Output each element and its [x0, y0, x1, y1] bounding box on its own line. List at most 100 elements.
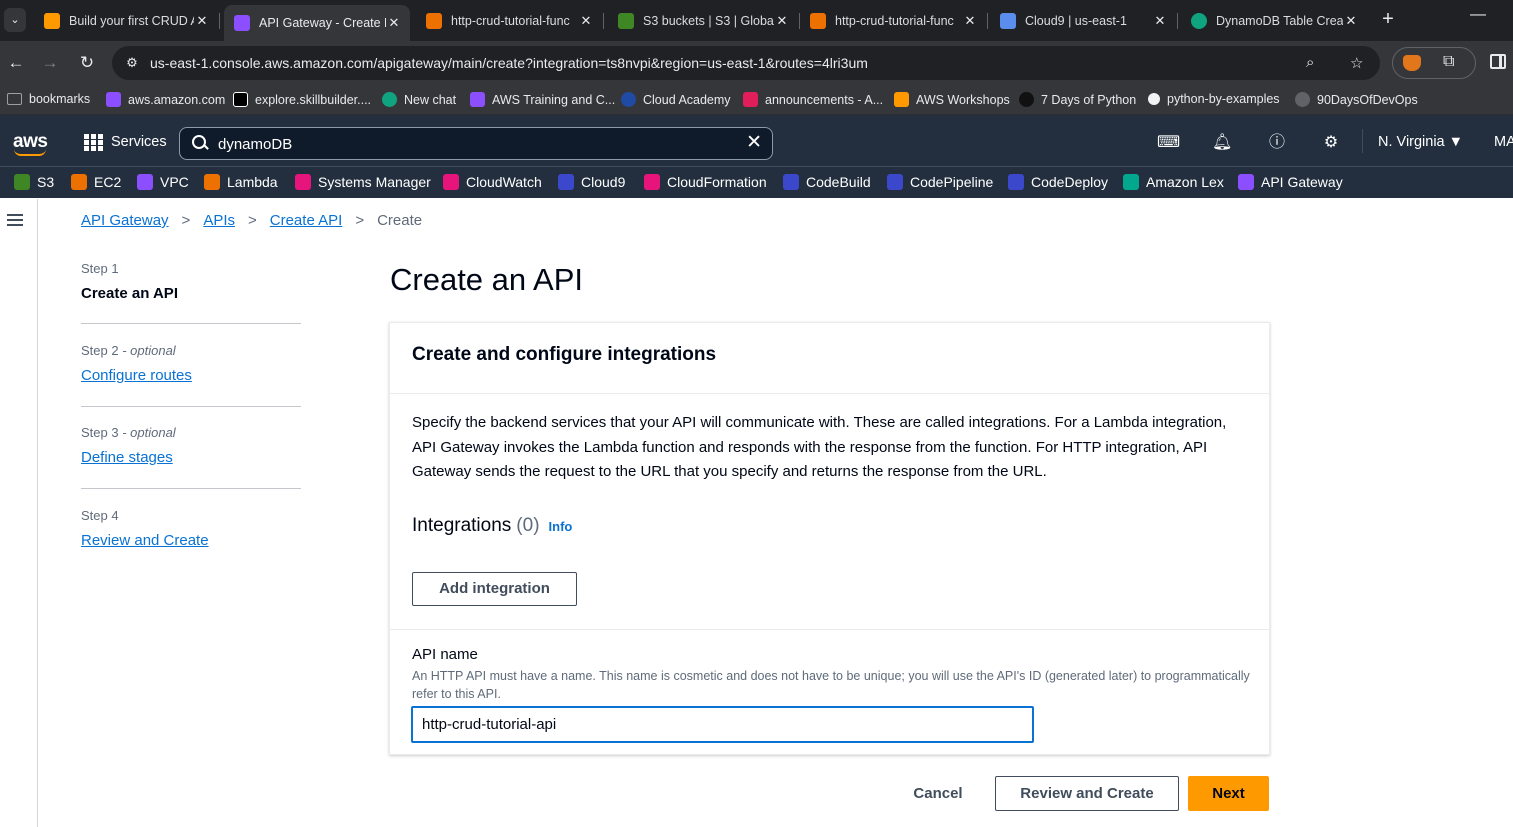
chevron-right-icon: > [248, 212, 257, 229]
browser-tab[interactable]: http-crud-tutorial-func ✕ [416, 6, 602, 35]
favorite-label: CodePipeline [910, 174, 994, 190]
browser-tab[interactable]: http-crud-tutorial-func ✕ [800, 6, 986, 35]
favorite-vpc[interactable]: VPC [137, 174, 189, 190]
region-selector[interactable]: N. Virginia ▼ [1378, 134, 1463, 150]
cancel-button[interactable]: Cancel [900, 777, 976, 811]
settings-gear-icon[interactable]: ⚙ [1321, 133, 1341, 153]
menu-hamburger-icon[interactable] [7, 214, 23, 227]
browser-tab[interactable]: S3 buckets | S3 | Globa ✕ [608, 6, 798, 35]
browser-tab[interactable]: Build your first CRUD A ✕ [34, 6, 218, 35]
integrations-description: Specify the backend services that your A… [412, 414, 1227, 480]
search-input[interactable] [218, 134, 718, 154]
api-name-input[interactable] [411, 706, 1034, 743]
cloudshell-icon[interactable]: ⌨ [1157, 133, 1180, 153]
breadcrumb-apis[interactable]: APIs [203, 212, 235, 229]
tab-search-icon[interactable]: ⌄ [4, 8, 26, 32]
favorite-codedeploy[interactable]: CodeDeploy [1008, 174, 1108, 190]
tab-close-icon[interactable]: ✕ [194, 13, 210, 29]
browser-tab-strip: ⌄ Build your first CRUD A ✕ API Gateway … [0, 0, 1513, 41]
forward-icon[interactable]: → [38, 51, 62, 75]
clear-search-icon[interactable]: ✕ [746, 131, 762, 154]
tab-close-icon[interactable]: ✕ [578, 13, 594, 29]
favorite-cloud9[interactable]: Cloud9 [558, 174, 625, 190]
tab-favicon-icon [1000, 12, 1016, 29]
breadcrumb-api-gateway[interactable]: API Gateway [81, 212, 169, 229]
bookmark-item[interactable]: announcements - A... [743, 92, 883, 107]
bookmark-label: bookmarks [29, 92, 91, 106]
back-icon[interactable]: ← [4, 51, 28, 75]
bookmark-item[interactable]: New chat [382, 92, 456, 107]
panel-title: Create and configure integrations [412, 344, 717, 365]
breadcrumb-create-api[interactable]: Create API [270, 212, 343, 229]
breadcrumb: API Gateway > APIs > Create API > Create [81, 212, 422, 229]
favorite-amazon-lex[interactable]: Amazon Lex [1123, 174, 1224, 190]
step-divider [81, 406, 301, 407]
favorite-label: API Gateway [1261, 174, 1343, 190]
bookmark-label: 90DaysOfDevOps [1317, 92, 1418, 107]
favorite-api-gateway[interactable]: API Gateway [1238, 174, 1343, 190]
api-name-description: An HTTP API must have a name. This name … [412, 669, 1250, 701]
console-search[interactable]: ✕ [179, 127, 773, 160]
info-link[interactable]: Info [549, 519, 573, 534]
browser-tab-active[interactable]: API Gateway - Create H ✕ [224, 5, 410, 41]
favorite-label: CodeDeploy [1031, 174, 1109, 190]
bookmark-star-icon[interactable]: ☆ [1350, 54, 1363, 72]
address-bar[interactable]: ⚙ us-east-1.console.aws.amazon.com/apiga… [112, 46, 1380, 80]
bookmark-item[interactable]: aws.amazon.com [106, 92, 225, 107]
tab-close-icon[interactable]: ✕ [1343, 13, 1359, 29]
bookmark-item[interactable]: explore.skillbuilder.... [233, 92, 371, 107]
tab-close-icon[interactable]: ✕ [774, 13, 790, 29]
step-number: Step 3 [81, 425, 119, 440]
extensions-icon[interactable]: ⧉ [1443, 53, 1454, 71]
browser-tab[interactable]: Cloud9 | us-east-1 ✕ [990, 6, 1176, 35]
bookmark-label: AWS Training and C... [492, 92, 616, 107]
bookmark-item[interactable]: AWS Training and C... [470, 92, 615, 107]
codedeploy-icon [1008, 174, 1024, 190]
side-panel-icon[interactable] [1490, 54, 1506, 69]
reload-icon[interactable]: ↻ [75, 51, 99, 75]
tab-close-icon[interactable]: ✕ [1152, 13, 1168, 29]
account-menu[interactable]: MA [1494, 134, 1513, 150]
notifications-bell-icon[interactable]: 🔔︎ [1212, 133, 1232, 153]
bookmark-item[interactable]: bookmarks [7, 92, 90, 106]
minimize-icon[interactable]: — [1470, 6, 1486, 24]
bookmark-item[interactable]: AWS Workshops [894, 92, 1010, 107]
favorite-label: VPC [160, 174, 189, 190]
url-text[interactable]: us-east-1.console.aws.amazon.com/apigate… [150, 55, 868, 71]
favorite-codebuild[interactable]: CodeBuild [783, 174, 871, 190]
services-menu[interactable]: Services [111, 134, 167, 150]
bookmark-item[interactable]: Cloud Academy [621, 92, 731, 107]
favorite-cloudwatch[interactable]: CloudWatch [443, 174, 542, 190]
new-tab-icon[interactable]: + [1378, 8, 1398, 32]
favorite-systems-manager[interactable]: Systems Manager [295, 174, 431, 190]
services-grid-icon[interactable] [84, 134, 103, 151]
favorite-cloudformation[interactable]: CloudFormation [644, 174, 767, 190]
bookmark-item[interactable]: 90DaysOfDevOps [1295, 92, 1418, 107]
favorite-lambda[interactable]: Lambda [204, 174, 278, 190]
lambda-icon [204, 174, 220, 190]
search-icon [192, 135, 208, 151]
step-3-define-stages[interactable]: Define stages [81, 449, 173, 466]
favorite-s3[interactable]: S3 [14, 174, 54, 190]
add-integration-button[interactable]: Add integration [412, 572, 577, 606]
zoom-icon[interactable]: ⌕ [1306, 54, 1314, 71]
bookmark-item[interactable]: python-by-examples [1148, 92, 1280, 106]
bookmark-item[interactable]: 7 Days of Python [1019, 92, 1136, 107]
browser-tab[interactable]: DynamoDB Table Creat ✕ [1181, 6, 1367, 35]
site-info-icon[interactable]: ⚙ [124, 55, 140, 71]
favorite-codepipeline[interactable]: CodePipeline [887, 174, 993, 190]
tab-close-icon[interactable]: ✕ [386, 15, 402, 31]
next-button[interactable]: Next [1188, 776, 1269, 811]
tab-close-icon[interactable]: ✕ [962, 13, 978, 29]
review-and-create-button[interactable]: Review and Create [995, 776, 1179, 811]
bookmark-label: 7 Days of Python [1041, 92, 1137, 107]
tab-separator [603, 13, 604, 29]
codebuild-icon [783, 174, 799, 190]
step-4-review-and-create[interactable]: Review and Create [81, 532, 209, 549]
help-icon[interactable]: ⓘ [1267, 133, 1287, 153]
metamask-icon[interactable] [1403, 55, 1421, 71]
step-divider [81, 323, 301, 324]
step-1-title: Create an API [81, 285, 178, 302]
favorite-ec2[interactable]: EC2 [71, 174, 121, 190]
step-2-configure-routes[interactable]: Configure routes [81, 367, 192, 384]
